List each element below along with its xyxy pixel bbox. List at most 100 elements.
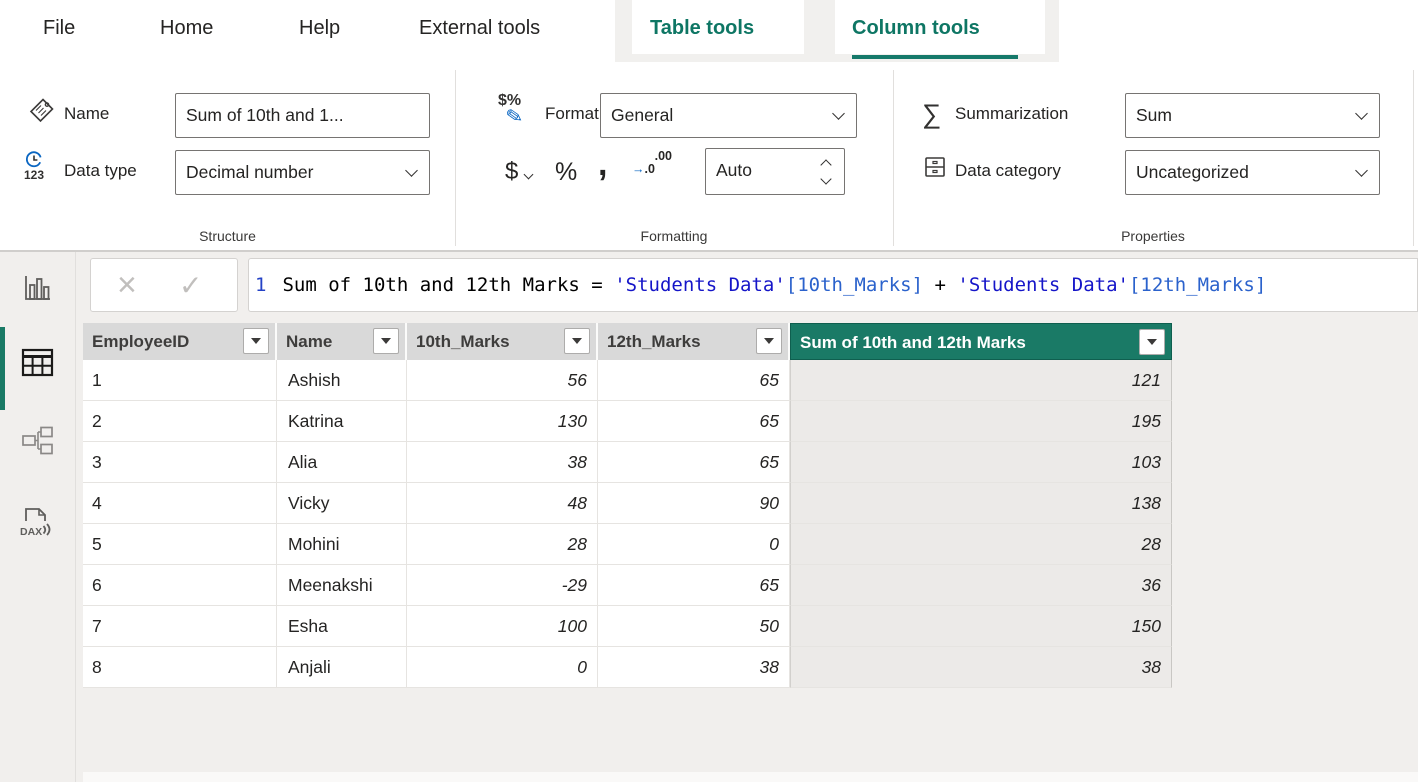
cell-sum[interactable]: 121	[790, 360, 1172, 401]
triangle-down-icon	[251, 338, 261, 344]
commit-formula-button[interactable]: ✓	[179, 267, 202, 305]
cell-12th-marks[interactable]: 65	[598, 360, 790, 401]
table-row[interactable]: 7 Esha 100 50 150	[83, 606, 1172, 647]
cell-12th-marks[interactable]: 38	[598, 647, 790, 688]
cell-sum[interactable]: 138	[790, 483, 1172, 524]
cell-name[interactable]: Katrina	[277, 401, 407, 442]
active-tab-underline	[852, 55, 1018, 59]
column-filter-button[interactable]	[1139, 329, 1165, 355]
cell-employeeid[interactable]: 4	[83, 483, 277, 524]
data-category-label: Data category	[955, 161, 1061, 181]
cell-name[interactable]: Alia	[277, 442, 407, 483]
decimal-places-value: Auto	[716, 149, 752, 191]
decimal-places-button[interactable]: .00 →.0	[632, 150, 678, 194]
table-row[interactable]: 5 Mohini 28 0 28	[83, 524, 1172, 565]
tab-table-tools[interactable]: Table tools	[650, 0, 754, 56]
tab-external-tools[interactable]: External tools	[419, 0, 540, 56]
table-row[interactable]: 4 Vicky 48 90 138	[83, 483, 1172, 524]
tab-column-tools[interactable]: Column tools	[852, 0, 980, 56]
decimal-bottom-text: .0	[645, 162, 655, 176]
summarization-dropdown[interactable]: Sum	[1125, 93, 1380, 138]
formula-column-ref: [12th_Marks]	[1129, 274, 1266, 296]
column-filter-button[interactable]	[564, 328, 590, 354]
table-row[interactable]: 2 Katrina 130 65 195	[83, 401, 1172, 442]
table-row[interactable]: 1 Ashish 56 65 121	[83, 360, 1172, 401]
cell-employeeid[interactable]: 3	[83, 442, 277, 483]
cell-12th-marks[interactable]: 0	[598, 524, 790, 565]
cell-10th-marks[interactable]: 56	[407, 360, 598, 401]
cell-12th-marks[interactable]: 90	[598, 483, 790, 524]
formula-text: Sum of 10th and 12th Marks =	[282, 274, 614, 296]
cell-sum[interactable]: 38	[790, 647, 1172, 688]
column-filter-button[interactable]	[756, 328, 782, 354]
decimal-places-spinner[interactable]: Auto	[705, 148, 845, 195]
cell-10th-marks[interactable]: 100	[407, 606, 598, 647]
cell-employeeid[interactable]: 1	[83, 360, 277, 401]
cell-12th-marks[interactable]: 65	[598, 442, 790, 483]
cell-name[interactable]: Vicky	[277, 483, 407, 524]
cell-name[interactable]: Meenakshi	[277, 565, 407, 606]
powerbi-window: File Home Help External tools Table tool…	[0, 0, 1418, 782]
format-dropdown[interactable]: General	[600, 93, 857, 138]
pencil-icon: ✎	[504, 103, 525, 131]
column-filter-button[interactable]	[243, 328, 269, 354]
data-view-icon[interactable]	[20, 345, 55, 385]
cell-sum[interactable]: 36	[790, 565, 1172, 606]
tab-file[interactable]: File	[43, 0, 75, 56]
cell-12th-marks[interactable]: 65	[598, 401, 790, 442]
cell-10th-marks[interactable]: 48	[407, 483, 598, 524]
column-header-10th-marks[interactable]: 10th_Marks	[407, 323, 598, 360]
cell-12th-marks[interactable]: 65	[598, 565, 790, 606]
arrow-right-icon: →	[632, 162, 645, 176]
cell-sum[interactable]: 195	[790, 401, 1172, 442]
cell-employeeid[interactable]: 8	[83, 647, 277, 688]
model-view-icon[interactable]	[21, 424, 54, 462]
chevron-up-icon[interactable]	[820, 159, 831, 170]
currency-format-button[interactable]: $	[505, 150, 532, 194]
cancel-formula-button[interactable]: ×	[117, 263, 137, 307]
column-header-employeeid[interactable]: EmployeeID	[83, 323, 277, 360]
data-type-icon: 123	[22, 150, 56, 188]
group-separator	[893, 70, 894, 246]
cell-employeeid[interactable]: 6	[83, 565, 277, 606]
dax-query-view-icon[interactable]: DAX	[17, 504, 56, 546]
column-name-input[interactable]	[175, 93, 430, 138]
table-row[interactable]: 8 Anjali 0 38 38	[83, 647, 1172, 688]
table-row[interactable]: 6 Meenakshi -29 65 36	[83, 565, 1172, 606]
cell-name[interactable]: Ashish	[277, 360, 407, 401]
data-category-dropdown[interactable]: Uncategorized	[1125, 150, 1380, 195]
cell-12th-marks[interactable]: 50	[598, 606, 790, 647]
tab-home[interactable]: Home	[160, 0, 213, 56]
formula-input[interactable]: 1Sum of 10th and 12th Marks = 'Students …	[248, 258, 1418, 312]
column-header-name[interactable]: Name	[277, 323, 407, 360]
cell-employeeid[interactable]: 5	[83, 524, 277, 565]
column-filter-button[interactable]	[373, 328, 399, 354]
cell-employeeid[interactable]: 2	[83, 401, 277, 442]
triangle-down-icon	[572, 338, 582, 344]
column-header-sum-selected[interactable]: Sum of 10th and 12th Marks	[790, 323, 1172, 360]
cell-10th-marks[interactable]: 0	[407, 647, 598, 688]
column-header-12th-marks[interactable]: 12th_Marks	[598, 323, 790, 360]
cell-name[interactable]: Anjali	[277, 647, 407, 688]
percent-format-button[interactable]: %	[555, 150, 577, 194]
cell-10th-marks[interactable]: 28	[407, 524, 598, 565]
report-view-icon[interactable]	[22, 272, 53, 308]
chevron-down-icon[interactable]	[820, 173, 831, 184]
data-type-dropdown[interactable]: Decimal number	[175, 150, 430, 195]
name-label: Name	[64, 104, 109, 124]
cell-sum[interactable]: 150	[790, 606, 1172, 647]
thousands-separator-button[interactable]: ,	[598, 142, 607, 186]
cell-10th-marks[interactable]: 130	[407, 401, 598, 442]
cell-10th-marks[interactable]: -29	[407, 565, 598, 606]
summarization-label: Summarization	[955, 104, 1068, 124]
cell-name[interactable]: Mohini	[277, 524, 407, 565]
cell-10th-marks[interactable]: 38	[407, 442, 598, 483]
cell-sum[interactable]: 103	[790, 442, 1172, 483]
chevron-down-icon	[524, 169, 534, 179]
table-row[interactable]: 3 Alia 38 65 103	[83, 442, 1172, 483]
cell-sum[interactable]: 28	[790, 524, 1172, 565]
cell-name[interactable]: Esha	[277, 606, 407, 647]
tab-help[interactable]: Help	[299, 0, 340, 56]
horizontal-scrollbar[interactable]	[83, 772, 1418, 782]
cell-employeeid[interactable]: 7	[83, 606, 277, 647]
